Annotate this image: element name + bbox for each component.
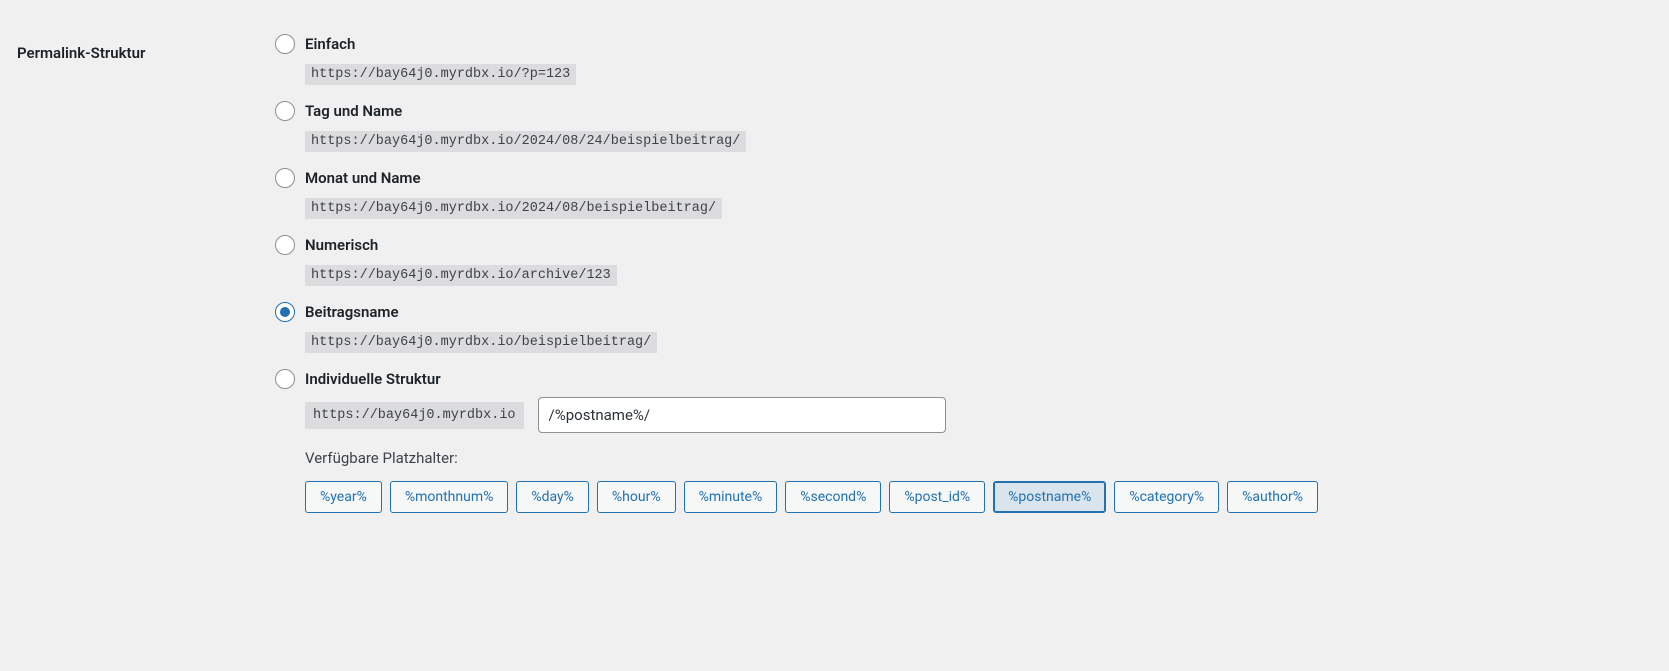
tag-monthnum[interactable]: %monthnum% [390, 481, 509, 513]
custom-base-url: https://bay64j0.myrdbx.io [305, 402, 524, 429]
radio-day-name[interactable] [275, 101, 295, 121]
radio-simple[interactable] [275, 34, 295, 54]
example-month-name: https://bay64j0.myrdbx.io/2024/08/beispi… [305, 198, 722, 219]
label-custom[interactable]: Individuelle Struktur [305, 370, 441, 388]
example-postname: https://bay64j0.myrdbx.io/beispielbeitra… [305, 332, 657, 353]
custom-structure-input[interactable] [538, 397, 946, 433]
option-simple: Einfach https://bay64j0.myrdbx.io/?p=123 [275, 34, 1669, 85]
tag-postname[interactable]: %postname% [993, 481, 1106, 513]
placeholder-tags: %year%%monthnum%%day%%hour%%minute%%seco… [305, 481, 1669, 513]
example-numeric: https://bay64j0.myrdbx.io/archive/123 [305, 265, 617, 286]
example-simple: https://bay64j0.myrdbx.io/?p=123 [305, 64, 576, 85]
tag-minute[interactable]: %minute% [684, 481, 778, 513]
section-label: Permalink-Struktur [17, 34, 275, 529]
radio-custom[interactable] [275, 369, 295, 389]
tag-post_id[interactable]: %post_id% [889, 481, 985, 513]
option-custom: Individuelle Struktur https://bay64j0.my… [275, 369, 1669, 513]
label-month-name[interactable]: Monat und Name [305, 169, 421, 187]
option-numeric: Numerisch https://bay64j0.myrdbx.io/arch… [275, 235, 1669, 286]
example-day-name: https://bay64j0.myrdbx.io/2024/08/24/bei… [305, 131, 746, 152]
radio-postname[interactable] [275, 302, 295, 322]
label-postname[interactable]: Beitragsname [305, 303, 399, 321]
option-day-name: Tag und Name https://bay64j0.myrdbx.io/2… [275, 101, 1669, 152]
option-month-name: Monat und Name https://bay64j0.myrdbx.io… [275, 168, 1669, 219]
label-numeric[interactable]: Numerisch [305, 236, 378, 254]
label-day-name[interactable]: Tag und Name [305, 102, 402, 120]
tag-hour[interactable]: %hour% [597, 481, 676, 513]
permalink-settings-row: Permalink-Struktur Einfach https://bay64… [0, 0, 1669, 529]
tag-year[interactable]: %year% [305, 481, 382, 513]
radio-month-name[interactable] [275, 168, 295, 188]
available-placeholders-label: Verfügbare Platzhalter: [305, 449, 1669, 467]
label-simple[interactable]: Einfach [305, 35, 355, 53]
permalink-options: Einfach https://bay64j0.myrdbx.io/?p=123… [275, 34, 1669, 529]
option-postname: Beitragsname https://bay64j0.myrdbx.io/b… [275, 302, 1669, 353]
tag-author[interactable]: %author% [1227, 481, 1318, 513]
tag-second[interactable]: %second% [785, 481, 881, 513]
tag-category[interactable]: %category% [1114, 481, 1219, 513]
radio-numeric[interactable] [275, 235, 295, 255]
tag-day[interactable]: %day% [516, 481, 589, 513]
